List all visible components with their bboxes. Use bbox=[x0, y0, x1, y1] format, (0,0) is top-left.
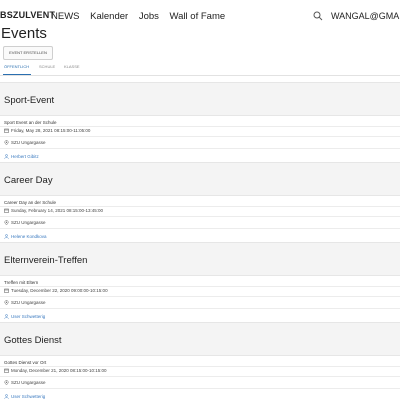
user-account-link[interactable]: WANGAL@GMAIL.C bbox=[331, 11, 400, 21]
tabs-divider bbox=[0, 75, 400, 76]
calendar-icon bbox=[4, 209, 9, 214]
event-title[interactable]: Sport-Event bbox=[4, 95, 54, 106]
event-description: Sport Event an der Schule bbox=[4, 120, 57, 125]
divider bbox=[0, 136, 400, 137]
location-pin-icon bbox=[4, 300, 9, 306]
divider bbox=[0, 228, 400, 229]
page-title: Events bbox=[1, 25, 47, 42]
calendar-icon bbox=[4, 369, 9, 374]
event-organizer-name[interactable]: User Schwetterig bbox=[11, 394, 45, 399]
top-navbar: BSZULVENT NEWS Kalender Jobs Wall of Fam… bbox=[0, 0, 400, 28]
event-location: SZU Ungargasse bbox=[4, 300, 46, 306]
event-title[interactable]: Gottes Dienst bbox=[4, 335, 62, 346]
event-organizer[interactable]: User Schwetterig bbox=[4, 314, 45, 320]
event-location: SZU Ungargasse bbox=[4, 380, 46, 386]
divider bbox=[0, 376, 400, 377]
event-description: Career Day an der Schule bbox=[4, 200, 57, 205]
event-location-text: SZU Ungargasse bbox=[11, 220, 46, 225]
event-datetime-text: Sunday, February 14, 2021 08:15:00-13:45… bbox=[11, 208, 103, 213]
divider bbox=[0, 286, 400, 287]
event-title[interactable]: Elternverein-Treffen bbox=[4, 255, 87, 266]
divider bbox=[0, 126, 400, 127]
divider bbox=[0, 216, 400, 217]
person-icon bbox=[4, 154, 9, 160]
tab-oeffentlich[interactable]: ÖFFENTLICH bbox=[4, 64, 29, 69]
event-header: Elternverein-Treffen bbox=[0, 242, 400, 276]
brand-logo[interactable]: BSZULVENT bbox=[0, 10, 55, 20]
event-organizer[interactable]: Herbert Gibitz bbox=[4, 154, 39, 160]
event-title[interactable]: Career Day bbox=[4, 175, 53, 186]
calendar-icon bbox=[4, 129, 9, 134]
event-datetime: Friday, May 28, 2021 08:15:00-11:05:00 bbox=[4, 128, 91, 134]
event-description: Gottes Dienst vor Ort bbox=[4, 360, 47, 365]
event-datetime: Monday, December 21, 2020 08:15:00-10:15… bbox=[4, 368, 107, 374]
nav-kalender[interactable]: Kalender bbox=[90, 11, 128, 22]
event-organizer-name[interactable]: Helene Kondkova bbox=[11, 234, 47, 239]
event-datetime: Sunday, February 14, 2021 08:15:00-13:45… bbox=[4, 208, 103, 214]
divider bbox=[0, 388, 400, 389]
nav-news[interactable]: NEWS bbox=[51, 11, 80, 22]
event-header: Career Day bbox=[0, 162, 400, 196]
event-tabs: ÖFFENTLICH SCHULE KLASSE bbox=[0, 64, 400, 74]
location-pin-icon bbox=[4, 380, 9, 386]
event-organizer[interactable]: Helene Kondkova bbox=[4, 234, 47, 240]
tab-schule[interactable]: SCHULE bbox=[39, 64, 55, 69]
event-header: Sport-Event bbox=[0, 82, 400, 116]
divider bbox=[0, 148, 400, 149]
event-location-text: SZU Ungargasse bbox=[11, 380, 46, 385]
event-location-text: SZU Ungargasse bbox=[11, 300, 46, 305]
event-location: SZU Ungargasse bbox=[4, 220, 46, 226]
search-icon[interactable] bbox=[313, 11, 323, 21]
event-description: Treffen mit Eltern bbox=[4, 280, 39, 285]
event-organizer-name[interactable]: User Schwetterig bbox=[11, 314, 45, 319]
event-datetime-text: Tuesday, December 22, 2020 09:00:00-10:1… bbox=[11, 288, 108, 293]
location-pin-icon bbox=[4, 140, 9, 146]
event-datetime-text: Monday, December 21, 2020 08:15:00-10:15… bbox=[11, 368, 107, 373]
main-nav: NEWS Kalender Jobs Wall of Fame bbox=[51, 11, 233, 22]
event-header: Gottes Dienst bbox=[0, 322, 400, 356]
person-icon bbox=[4, 234, 9, 240]
nav-wall-of-fame[interactable]: Wall of Fame bbox=[170, 11, 226, 22]
divider bbox=[0, 366, 400, 367]
calendar-icon bbox=[4, 289, 9, 294]
event-datetime-text: Friday, May 28, 2021 08:15:00-11:05:00 bbox=[11, 128, 91, 133]
create-event-button[interactable]: EVENT ERSTELLEN bbox=[3, 46, 53, 60]
nav-jobs[interactable]: Jobs bbox=[139, 11, 159, 22]
divider bbox=[0, 296, 400, 297]
event-organizer[interactable]: User Schwetterig bbox=[4, 394, 45, 400]
person-icon bbox=[4, 394, 9, 400]
person-icon bbox=[4, 314, 9, 320]
tab-klasse[interactable]: KLASSE bbox=[64, 64, 80, 69]
event-location-text: SZU Ungargasse bbox=[11, 140, 46, 145]
divider bbox=[0, 206, 400, 207]
divider bbox=[0, 308, 400, 309]
event-location: SZU Ungargasse bbox=[4, 140, 46, 146]
event-datetime: Tuesday, December 22, 2020 09:00:00-10:1… bbox=[4, 288, 108, 294]
location-pin-icon bbox=[4, 220, 9, 226]
event-organizer-name[interactable]: Herbert Gibitz bbox=[11, 154, 39, 159]
